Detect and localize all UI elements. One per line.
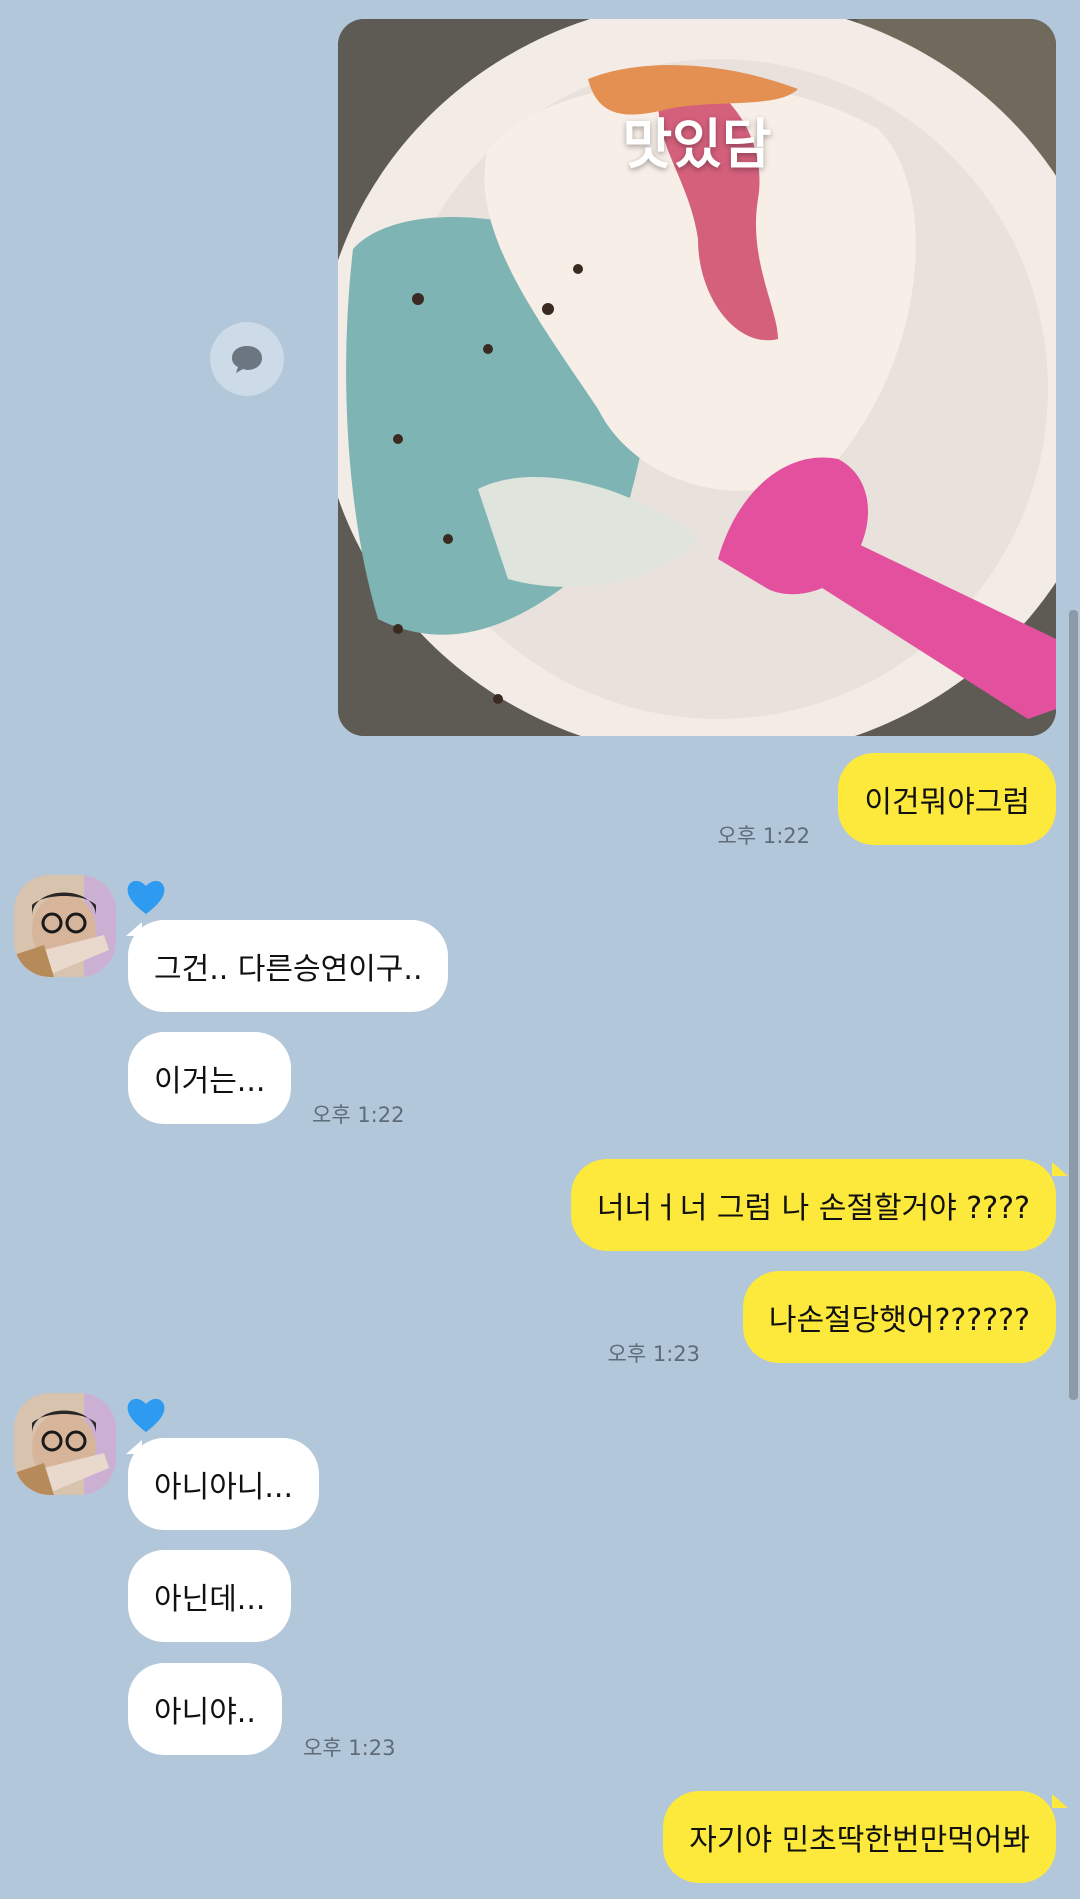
message-time: 오후 1:23 <box>303 1736 396 1760</box>
scrollbar[interactable] <box>1069 610 1078 1400</box>
their-message-bubble[interactable]: 아닌데... <box>128 1550 292 1642</box>
comment-button[interactable] <box>210 322 284 396</box>
message-text: 아닌데... <box>154 1582 266 1617</box>
message-text: 나손절당햇어?????? <box>768 1303 1030 1338</box>
message-time: 오후 1:23 <box>607 1342 700 1366</box>
their-message-bubble[interactable]: 아니야.. <box>128 1663 282 1755</box>
message-time: 오후 1:22 <box>312 1103 405 1127</box>
their-message-bubble[interactable]: 아니아니... <box>128 1438 320 1530</box>
bubble-tail <box>1052 1794 1068 1808</box>
my-message-bubble[interactable]: 자기야 민초딱한번만먹어봐 <box>663 1791 1056 1883</box>
message-text: 아니아니... <box>154 1470 294 1505</box>
bubble-tail <box>1052 1162 1068 1176</box>
photo-caption: 맛있담 <box>622 113 772 176</box>
my-message-bubble[interactable]: 이건뭐야그럼 <box>838 753 1056 845</box>
friend-avatar[interactable] <box>14 875 116 977</box>
my-message-bubble[interactable]: 나손절당햇어?????? <box>742 1271 1056 1363</box>
their-message-bubble[interactable]: 그건.. 다른승연이구.. <box>128 920 449 1012</box>
message-text: 이건뭐야그럼 <box>864 785 1030 820</box>
my-message-bubble[interactable]: 너너ㅓ너 그럼 나 손절할거야 ???? <box>570 1159 1056 1251</box>
message-text: 이거는... <box>154 1064 266 1099</box>
message-time: 오후 1:22 <box>717 824 810 848</box>
speech-bubble-icon <box>232 346 262 373</box>
blue-heart-icon <box>125 1394 167 1434</box>
blue-heart-icon <box>125 876 167 916</box>
message-text: 아니야.. <box>154 1695 256 1730</box>
friend-avatar[interactable] <box>14 1393 116 1495</box>
message-text: 너너ㅓ너 그럼 나 손절할거야 ???? <box>596 1191 1030 1226</box>
message-text: 자기야 민초딱한번만먹어봐 <box>689 1823 1030 1858</box>
message-text: 그건.. 다른승연이구.. <box>154 952 423 987</box>
their-message-bubble[interactable]: 이거는... <box>128 1032 292 1124</box>
